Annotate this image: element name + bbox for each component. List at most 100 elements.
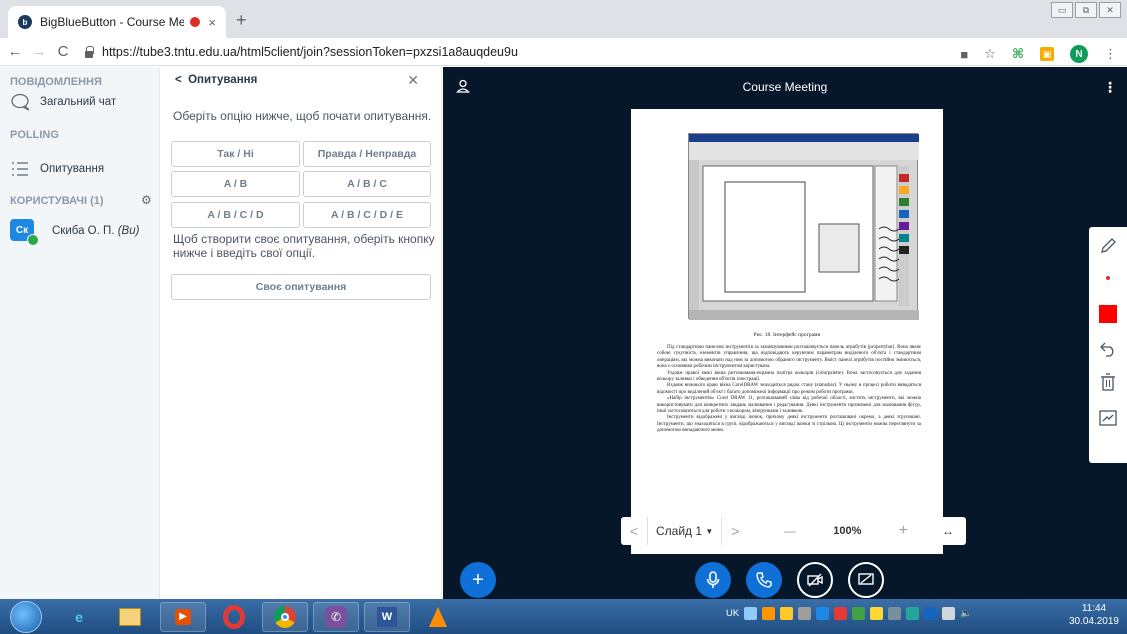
volume-icon[interactable]: 🔈 — [960, 608, 972, 619]
forward-icon[interactable]: → — [30, 43, 48, 60]
tray-app-icon[interactable] — [762, 607, 776, 620]
coreldraw-screenshot-image — [688, 133, 919, 320]
poll-ab-button[interactable]: A / B — [171, 171, 300, 197]
start-button[interactable] — [10, 601, 42, 633]
custom-poll-button[interactable]: Своє опитування — [171, 274, 431, 300]
tab-close-button[interactable]: × — [208, 15, 216, 30]
bookmark-star-icon[interactable]: ☆ — [984, 46, 996, 62]
browser-actions: ■ ☆ ⌘ ▣ N ⋮ — [960, 45, 1117, 63]
restore-button[interactable]: ⧉ — [1075, 2, 1097, 18]
chat-bubble-icon — [10, 92, 34, 112]
tray-app-icon[interactable] — [870, 607, 884, 620]
browser-menu-icon[interactable]: ⋮ — [1104, 46, 1117, 62]
next-slide-button[interactable]: > — [722, 523, 748, 539]
chrome-icon[interactable] — [262, 602, 308, 632]
tray-keyboard-icon[interactable] — [744, 607, 758, 620]
browser-tab-strip: b BigBlueButton - Course Mee × + ▭ ⧉ ✕ — [0, 0, 1127, 38]
thickness-dot-icon[interactable] — [1089, 261, 1127, 295]
multi-user-whiteboard-icon[interactable] — [1089, 401, 1127, 435]
network-icon[interactable] — [942, 607, 956, 620]
clock-time: 11:44 — [1081, 603, 1107, 614]
poll-yes-no-button[interactable]: Так / Ні — [171, 141, 300, 167]
user-name: Скиба О. П. — [52, 225, 115, 237]
poll-true-false-button[interactable]: Правда / Неправда — [303, 141, 431, 167]
user-settings-gear-icon[interactable]: ⚙ — [141, 193, 152, 207]
tray-app-icon[interactable] — [816, 607, 830, 620]
poll-abcde-button[interactable]: A / B / C / D / E — [303, 202, 431, 228]
messages-section-title: ПОВІДОМЛЕННЯ — [10, 76, 102, 88]
vlc-icon[interactable] — [415, 602, 461, 632]
close-polling-button[interactable]: ✕ — [407, 72, 419, 89]
ie-icon[interactable]: e — [56, 602, 102, 632]
slide-select[interactable]: Слайд 1 ▼ — [647, 517, 723, 545]
tab-title: BigBlueButton - Course Mee — [40, 15, 185, 29]
phone-button[interactable] — [746, 562, 782, 598]
slide-navigation: < Слайд 1 ▼ > — [621, 517, 759, 545]
trash-icon[interactable] — [1089, 365, 1127, 399]
address-bar[interactable]: https://tube3.tntu.edu.ua/html5client/jo… — [84, 45, 518, 59]
zoom-out-button[interactable]: — — [784, 524, 796, 538]
bigbluebutton-favicon-icon: b — [18, 15, 32, 29]
previous-slide-button[interactable]: < — [621, 523, 647, 539]
mic-status-icon — [27, 234, 39, 246]
color-picker-button[interactable] — [1089, 297, 1127, 331]
viber-icon[interactable]: ✆ — [313, 602, 359, 632]
media-player-icon[interactable]: ▶ — [160, 602, 206, 632]
undo-icon[interactable] — [1089, 331, 1127, 365]
system-tray: UK 🔈 — [726, 607, 972, 620]
slide-paragraph: Вздовж нижнього краю вікна CorelDRAW зна… — [657, 383, 921, 395]
tray-app-icon[interactable] — [888, 607, 902, 620]
options-menu-icon[interactable]: ⋮ — [1103, 79, 1117, 96]
polling-item[interactable]: Опитування — [10, 159, 104, 179]
bluetooth-icon[interactable] — [924, 607, 938, 620]
screenshare-button[interactable] — [848, 562, 884, 598]
actions-plus-button[interactable]: + — [460, 562, 496, 598]
slide-paragraph: «Набір інструментів» Corel DRAW 11, розт… — [657, 396, 921, 415]
profile-avatar[interactable]: N — [1070, 45, 1088, 63]
camera-icon[interactable]: ■ — [960, 47, 968, 62]
zoom-in-button[interactable]: + — [899, 522, 908, 540]
tray-app-icon[interactable] — [906, 607, 920, 620]
user-avatar[interactable]: Ск — [10, 219, 39, 246]
minimize-button[interactable]: ▭ — [1051, 2, 1073, 18]
reload-icon[interactable]: C — [54, 43, 72, 60]
tray-app-icon[interactable] — [834, 607, 848, 620]
fit-width-button[interactable]: ↔ — [930, 517, 966, 545]
tray-app-icon[interactable] — [798, 607, 812, 620]
pencil-tool-icon[interactable] — [1089, 229, 1127, 263]
figure-caption: Рис. 18. Інтерфейс програми — [753, 332, 821, 338]
polling-section-title: POLLING — [10, 129, 59, 141]
slide-body-text: Під стандартною панеллю інструментів за … — [657, 345, 921, 435]
word-icon[interactable]: W — [364, 602, 410, 632]
tray-app-icon[interactable] — [852, 607, 866, 620]
browser-tab[interactable]: b BigBlueButton - Course Mee × — [8, 6, 226, 38]
microphone-button[interactable] — [695, 562, 731, 598]
zoom-level[interactable]: 100% — [833, 525, 861, 537]
polling-panel-header[interactable]: < Опитування — [175, 74, 257, 86]
tray-app-icon[interactable] — [780, 607, 794, 620]
clock-date: 30.04.2019 — [1068, 616, 1119, 627]
extension-icon[interactable]: ⌘ — [1012, 46, 1024, 62]
poll-hint: Оберіть опцію нижче, щоб почати опитуван… — [173, 109, 432, 123]
extension-bag-icon[interactable]: ▣ — [1040, 47, 1054, 61]
keyboard-language[interactable]: UK — [726, 608, 739, 619]
back-icon[interactable]: ← — [6, 43, 24, 60]
camera-off-button[interactable] — [797, 562, 833, 598]
poll-abcd-button[interactable]: A / B / C / D — [171, 202, 300, 228]
user-initials: Ск — [15, 224, 29, 236]
url-text: https://tube3.tntu.edu.ua/html5client/jo… — [102, 44, 518, 59]
user-list-item[interactable]: Скиба О. П. (Ви) — [52, 225, 139, 237]
lock-icon — [84, 45, 94, 58]
public-chat-item[interactable]: Загальний чат — [10, 92, 116, 112]
opera-icon[interactable] — [211, 602, 257, 632]
presentation-slide[interactable]: Рис. 18. Інтерфейс програми Під стандарт… — [631, 109, 943, 554]
polling-panel: < Опитування ✕ Оберіть опцію нижче, щоб … — [161, 67, 442, 599]
polling-panel-title: Опитування — [188, 74, 258, 86]
slide-select-label: Слайд 1 — [656, 524, 703, 538]
poll-abc-button[interactable]: A / B / C — [303, 171, 431, 197]
recording-indicator-icon — [190, 17, 201, 27]
window-close-button[interactable]: ✕ — [1099, 2, 1121, 18]
explorer-icon[interactable] — [107, 602, 153, 632]
system-clock[interactable]: 11:44 30.04.2019 — [1069, 602, 1119, 628]
new-tab-button[interactable]: + — [236, 10, 247, 31]
